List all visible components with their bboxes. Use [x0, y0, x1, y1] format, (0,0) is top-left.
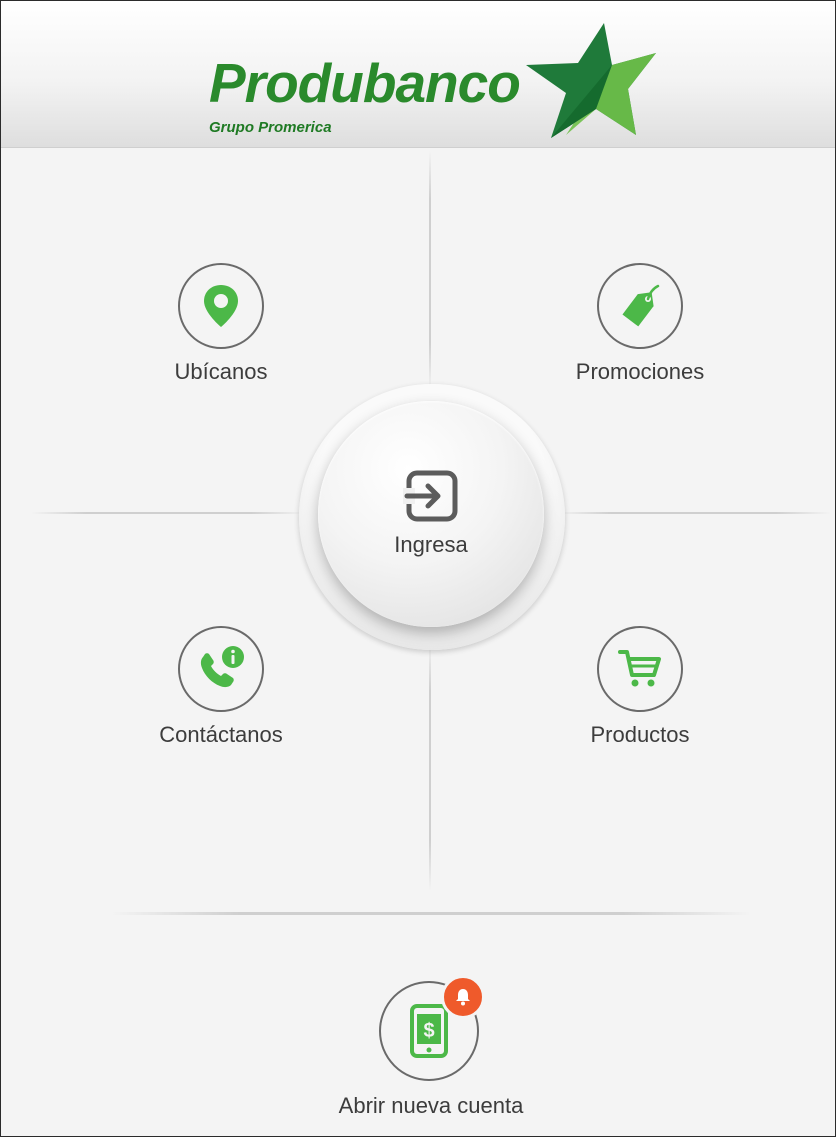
ubicanos-label: Ubícanos [174, 359, 268, 384]
productos-label: Productos [590, 722, 690, 747]
produbanco-logo: Produbanco Grupo Promerica [206, 23, 666, 143]
price-tag-icon [622, 284, 660, 327]
abrir-nueva-cuenta-label: Abrir nueva cuenta [338, 1093, 524, 1118]
productos-icon-circle [597, 626, 683, 712]
productos-button[interactable]: Productos [540, 626, 740, 766]
map-pin-icon [204, 285, 238, 327]
abrir-nueva-cuenta-button[interactable]: $ Abrir nueva cuenta [301, 975, 561, 1129]
promociones-icon-circle [597, 263, 683, 349]
ubicanos-icon-circle [178, 263, 264, 349]
brand-subtitle: Grupo Promerica [209, 119, 332, 136]
vertical-divider-top [429, 151, 431, 391]
login-icon [403, 470, 458, 522]
footer-divider [111, 912, 751, 915]
promociones-button[interactable]: Promociones [540, 263, 740, 403]
brand-name: Produbanco [209, 52, 521, 114]
mobile-money-icon: $ [410, 1004, 448, 1058]
app-header: Produbanco Grupo Promerica [1, 1, 835, 148]
phone-info-icon [200, 646, 244, 688]
vertical-divider-bottom [429, 641, 431, 891]
ingresa-button[interactable]: Ingresa [318, 401, 544, 627]
notification-badge [441, 975, 485, 1019]
svg-text:$: $ [423, 1020, 434, 1042]
ingresa-label: Ingresa [394, 532, 468, 557]
contactanos-label: Contáctanos [159, 722, 283, 747]
star-logo-icon [526, 23, 656, 138]
abrir-cuenta-icon-wrap: $ [379, 975, 485, 1081]
horizontal-divider-right [556, 512, 831, 514]
shopping-cart-icon [618, 650, 661, 687]
contactanos-button[interactable]: Contáctanos [121, 626, 321, 766]
app-screen: Produbanco Grupo Promerica Ubícanos Prom… [0, 0, 836, 1137]
promociones-label: Promociones [575, 359, 705, 384]
contactanos-icon-circle [178, 626, 264, 712]
bell-icon [456, 989, 470, 1006]
ubicanos-button[interactable]: Ubícanos [121, 263, 321, 403]
horizontal-divider-left [31, 512, 306, 514]
